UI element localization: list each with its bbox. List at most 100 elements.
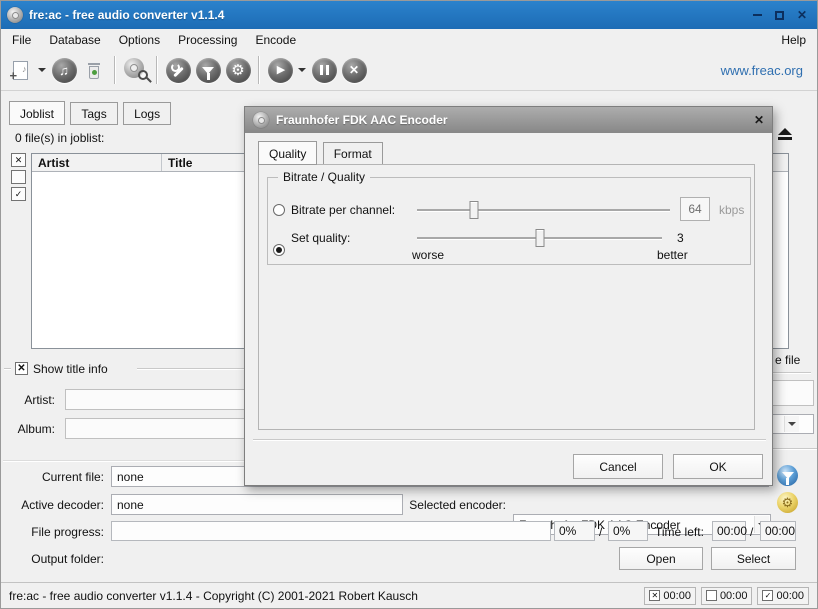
stop-encoding-button[interactable]: ✕ [339,54,369,86]
menu-encode[interactable]: Encode [246,30,305,50]
window-title: fre:ac - free audio converter v1.1.4 [29,8,224,22]
statusbar: fre:ac - free audio converter v1.1.4 - C… [1,582,817,608]
add-files-button[interactable]: ♪ + [5,54,35,86]
start-encoding-button[interactable]: ▶ [265,54,295,86]
bitrate-label: Bitrate per channel: [291,203,395,217]
encoder-config-dialog: Fraunhofer FDK AAC Encoder ✕ Quality For… [244,106,773,486]
percent-total-box: 0% [608,521,648,541]
total-tracks-time: ✓ 00:00 [757,587,809,605]
quality-label: Set quality: [291,231,350,245]
bitrate-slider-thumb[interactable] [469,201,478,219]
groupbox-line [773,372,811,373]
bitrate-radio[interactable] [273,204,285,216]
show-title-info-label: Show title info [33,362,108,376]
toolbar-separator [114,56,116,84]
selected-tracks-time: ✕ 00:00 [644,587,696,605]
add-files-dropdown-icon[interactable] [38,68,46,72]
output-folder-label: Output folder: [1,552,104,566]
stop-icon: ✕ [342,58,367,83]
add-audio-cd-button[interactable]: ♫ [49,54,79,86]
window-titlebar[interactable]: fre:ac - free audio converter v1.1.4 ✕ [1,1,817,29]
select-folder-button[interactable]: Select [711,547,796,570]
close-icon[interactable]: ✕ [797,9,807,21]
time-total-box: 00:00 [760,521,796,541]
pause-icon [312,58,337,83]
show-title-info-checkbox[interactable]: ✕ [15,362,28,375]
quality-slider-thumb[interactable] [535,229,544,247]
menu-database[interactable]: Database [40,30,109,50]
open-folder-button[interactable]: Open [619,547,703,570]
tab-quality[interactable]: Quality [258,141,317,165]
trash-icon [87,63,101,80]
dialog-close-icon[interactable]: ✕ [754,113,764,127]
toolbar-separator [258,56,260,84]
column-header-artist[interactable]: Artist [32,154,162,171]
bitrate-slider [417,201,670,219]
active-decoder-label: Active decoder: [1,498,104,512]
scale-worse-label: worse [412,248,444,262]
toggle-selection-button[interactable]: ✓ [11,187,26,201]
dialog-icon [253,112,269,128]
toolbar: ♪ + ♫ ⚙ ▶ ✕ [1,50,817,91]
album-input[interactable] [65,418,261,439]
menu-help[interactable]: Help [772,30,815,50]
configure-encoder-button[interactable]: ⚙ [223,54,253,86]
audio-cd-icon: ♫ [52,58,77,83]
tab-joblist[interactable]: Joblist [9,101,65,125]
dialog-tabs: Quality Format [258,141,385,165]
remove-entry-button[interactable] [79,54,109,86]
dialog-titlebar[interactable]: Fraunhofer FDK AAC Encoder ✕ [245,107,772,133]
check-checkbox-icon: ✓ [762,590,773,601]
select-all-button[interactable]: ✕ [11,153,26,167]
slash-separator: / [750,525,753,539]
bitrate-unit-label: kbps [719,203,744,217]
funnel-icon [196,58,221,83]
groupbox-line [137,368,244,369]
eject-button[interactable] [773,124,797,143]
file-progress-label: File progress: [1,525,104,539]
quality-radio[interactable] [273,244,285,256]
active-decoder-value: none [111,494,403,515]
clipped-input[interactable] [769,380,814,406]
general-settings-button[interactable] [163,54,193,86]
tab-tags[interactable]: Tags [70,102,117,125]
cddb-query-button[interactable] [121,54,151,86]
quality-slider [417,229,662,247]
encoder-settings-button[interactable]: ⚙ [777,492,798,513]
tab-logs[interactable]: Logs [123,102,171,125]
cd-lookup-icon [124,58,148,82]
app-window: fre:ac - free audio converter v1.1.4 ✕ F… [0,0,818,609]
gear-icon: ⚙ [782,495,794,511]
maximize-icon[interactable] [775,11,784,20]
percent-done-box: 0% [554,521,595,541]
processing-status-button[interactable] [777,465,798,486]
menu-options[interactable]: Options [110,30,169,50]
chevron-down-icon[interactable] [784,416,799,432]
ok-button[interactable]: OK [673,454,763,479]
column-header-stub [772,154,788,171]
start-encoding-dropdown-icon[interactable] [298,68,306,72]
select-none-button[interactable] [11,170,26,184]
pause-encoding-button[interactable] [309,54,339,86]
add-file-icon: ♪ + [13,61,28,80]
separator-line [3,460,244,461]
freac-website-link[interactable]: www.freac.org [721,63,813,78]
tab-format[interactable]: Format [323,142,383,165]
bitrate-value-input[interactable]: 64 [680,197,710,221]
scale-better-label: better [657,248,688,262]
group-title: Bitrate / Quality [278,170,370,184]
clipped-combobox[interactable] [769,414,814,434]
artist-input[interactable] [65,389,261,410]
separator-line [773,448,817,449]
gear-icon: ⚙ [226,58,251,83]
funnel-icon [782,472,794,479]
menu-processing[interactable]: Processing [169,30,246,50]
menu-file[interactable]: File [3,30,40,50]
time-left-box: 00:00 [712,521,746,541]
main-tabs: Joblist Tags Logs [9,101,173,125]
minimize-icon[interactable] [753,14,762,16]
signal-processing-button[interactable] [193,54,223,86]
wrench-icon [166,58,191,83]
dialog-separator [253,439,766,440]
cancel-button[interactable]: Cancel [573,454,663,479]
